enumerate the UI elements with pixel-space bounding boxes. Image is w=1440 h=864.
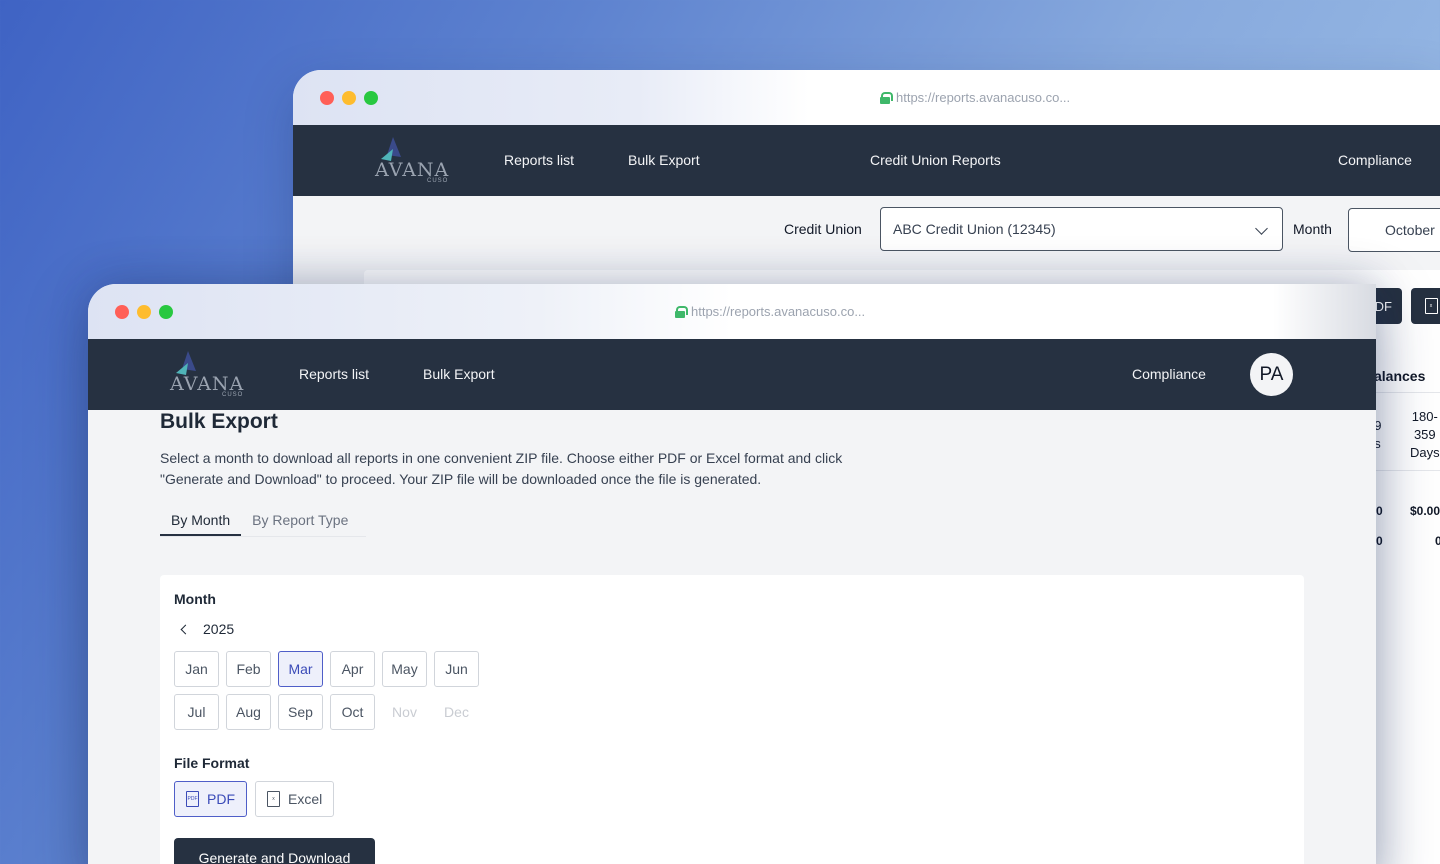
- logo-subtext: CUSO: [222, 392, 244, 398]
- month-button-dec: Dec: [434, 694, 479, 730]
- month-button-aug[interactable]: Aug: [226, 694, 271, 730]
- maximize-window-button[interactable]: [364, 91, 378, 105]
- nav-bulk-export[interactable]: Bulk Export: [423, 366, 495, 382]
- credit-union-label: Credit Union: [784, 221, 862, 237]
- url-text: https://reports.avanacuso.co...: [691, 304, 866, 319]
- month-button-jul[interactable]: Jul: [174, 694, 219, 730]
- report-filters: Credit Union ABC Credit Union (12345) Mo…: [293, 207, 1440, 253]
- table-cell: 0: [1435, 534, 1440, 548]
- month-picker-grid: Jan Feb Mar Apr May Jun Jul Aug Sep Oct …: [174, 651, 1290, 730]
- month-select[interactable]: October: [1348, 208, 1440, 252]
- lock-icon: [675, 305, 688, 318]
- nav-bulk-export[interactable]: Bulk Export: [628, 152, 700, 168]
- format-excel-label: Excel: [288, 791, 323, 807]
- top-navbar: AVANA CUSO Reports list Bulk Export Comp…: [88, 339, 1376, 410]
- table-cell: $0.00: [1410, 504, 1440, 518]
- credit-union-select[interactable]: ABC Credit Union (12345): [880, 207, 1283, 251]
- browser-titlebar: https://reports.avanacuso.co...: [293, 70, 1440, 125]
- logo-subtext: CUSO: [427, 178, 449, 184]
- minimize-window-button[interactable]: [342, 91, 356, 105]
- year-value: 2025: [203, 621, 235, 637]
- month-button-mar[interactable]: Mar: [278, 651, 323, 687]
- window-controls: [115, 305, 173, 319]
- foreground-browser-window: https://reports.avanacuso.co... AVANA CU…: [88, 284, 1376, 864]
- month-button-jun[interactable]: Jun: [434, 651, 479, 687]
- page-description: Select a month to download all reports i…: [160, 450, 843, 487]
- column-header-180-359-days: 180- 359 Days: [1410, 409, 1440, 460]
- nav-compliance[interactable]: Compliance: [1338, 152, 1412, 168]
- pdf-file-icon: PDF: [186, 791, 199, 807]
- export-mode-tabs: By Month By Report Type: [160, 512, 366, 537]
- file-format-label: File Format: [174, 755, 250, 771]
- month-button-jan[interactable]: Jan: [174, 651, 219, 687]
- month-button-may[interactable]: May: [382, 651, 427, 687]
- address-bar[interactable]: https://reports.avanacuso.co...: [675, 304, 865, 319]
- tab-by-month[interactable]: By Month: [160, 512, 242, 536]
- lock-icon: [880, 91, 893, 104]
- close-window-button[interactable]: [320, 91, 334, 105]
- month-button-feb[interactable]: Feb: [226, 651, 271, 687]
- nav-credit-union-reports[interactable]: Credit Union Reports: [870, 152, 1001, 168]
- month-label: Month: [1293, 221, 1332, 237]
- file-format-options: PDF PDF x Excel: [174, 781, 1290, 817]
- nav-reports-list[interactable]: Reports list: [504, 152, 574, 168]
- bulk-export-form: Month 2025 Jan Feb Mar Apr May Jun Jul A…: [160, 575, 1304, 864]
- format-pdf-option[interactable]: PDF PDF: [174, 781, 247, 817]
- table-cell: 0: [1376, 504, 1383, 518]
- tab-by-report-type[interactable]: By Report Type: [241, 512, 359, 536]
- url-text: https://reports.avanacuso.co...: [896, 90, 1071, 105]
- balances-heading: alances: [1374, 368, 1426, 384]
- top-navbar: AVANA CUSO Reports list Bulk Export Cred…: [293, 125, 1440, 196]
- excel-file-icon: x: [1424, 298, 1438, 314]
- month-button-nov: Nov: [382, 694, 427, 730]
- table-cell: 0: [1376, 534, 1383, 548]
- logo-mark-icon: [176, 351, 196, 375]
- month-section-label: Month: [174, 591, 216, 607]
- month-button-sep[interactable]: Sep: [278, 694, 323, 730]
- page-title: Bulk Export: [160, 410, 278, 433]
- maximize-window-button[interactable]: [159, 305, 173, 319]
- browser-titlebar: https://reports.avanacuso.co...: [88, 284, 1376, 339]
- excel-file-icon: x: [267, 791, 280, 807]
- credit-union-value: ABC Credit Union (12345): [893, 221, 1056, 237]
- address-bar[interactable]: https://reports.avanacuso.co...: [880, 90, 1070, 105]
- export-pdf-label: DF: [1374, 298, 1392, 314]
- logo-mark-icon: [381, 137, 401, 161]
- year-selector: 2025: [174, 621, 1290, 637]
- avatar-initials: PA: [1259, 363, 1284, 385]
- chevron-down-icon: [1255, 222, 1268, 235]
- month-value: October: [1385, 222, 1435, 238]
- month-button-apr[interactable]: Apr: [330, 651, 375, 687]
- page-content: Bulk Export Select a month to download a…: [160, 410, 1304, 537]
- window-controls: [320, 91, 378, 105]
- avana-logo[interactable]: AVANA CUSO: [375, 135, 465, 187]
- minimize-window-button[interactable]: [137, 305, 151, 319]
- avana-logo[interactable]: AVANA CUSO: [170, 349, 260, 401]
- previous-year-chevron-icon[interactable]: [180, 624, 191, 634]
- nav-reports-list[interactable]: Reports list: [299, 366, 369, 382]
- export-excel-button[interactable]: x: [1411, 288, 1440, 324]
- format-pdf-label: PDF: [207, 791, 235, 807]
- generate-and-download-button[interactable]: Generate and Download: [174, 838, 375, 864]
- close-window-button[interactable]: [115, 305, 129, 319]
- month-button-oct[interactable]: Oct: [330, 694, 375, 730]
- format-excel-option[interactable]: x Excel: [255, 781, 335, 817]
- user-avatar[interactable]: PA: [1250, 353, 1293, 396]
- nav-compliance[interactable]: Compliance: [1132, 366, 1206, 382]
